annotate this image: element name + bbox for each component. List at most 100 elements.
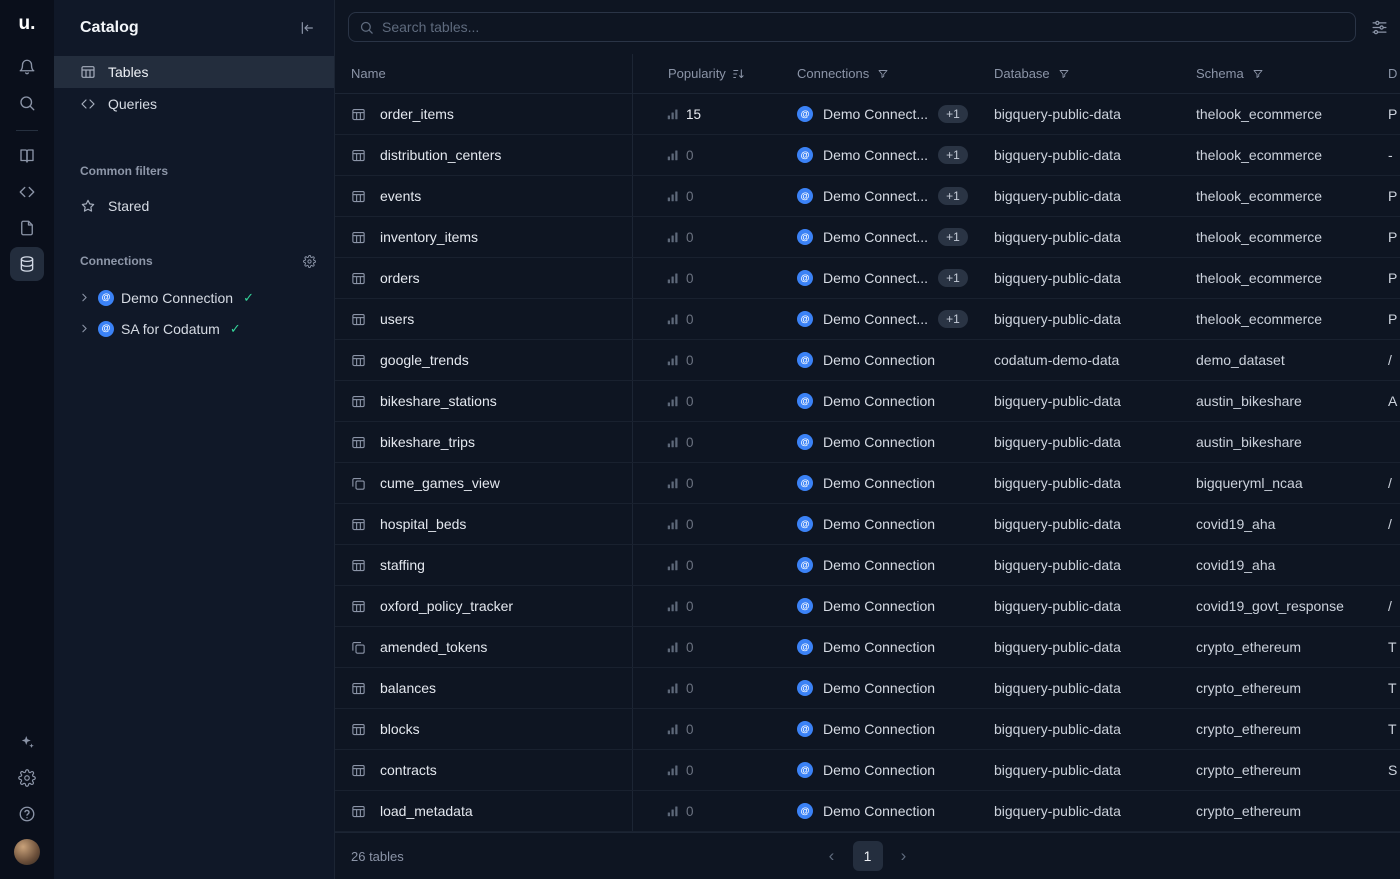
table-row[interactable]: order_items 15 Demo Connect... +1 bigque… <box>335 94 1400 135</box>
collapse-sidebar-button[interactable] <box>294 15 320 41</box>
code-icon[interactable] <box>10 175 44 209</box>
name-cell[interactable]: bikeshare_trips <box>335 422 633 462</box>
description-cell: / <box>1372 586 1400 626</box>
filter-settings-button[interactable] <box>1366 14 1392 40</box>
table-row[interactable]: bikeshare_trips 0 Demo Connection bigque… <box>335 422 1400 463</box>
filter-funnel-icon[interactable] <box>1252 68 1264 80</box>
catalog-sidebar: Catalog Tables Queries Common filters St… <box>54 0 335 879</box>
chevron-right-icon[interactable] <box>78 291 91 304</box>
table-icon <box>351 394 366 409</box>
column-header-description[interactable]: D <box>1372 54 1400 93</box>
name-cell[interactable]: google_trends <box>335 340 633 380</box>
column-header-database[interactable]: Database <box>978 54 1180 93</box>
table-row[interactable]: events 0 Demo Connect... +1 bigquery-pub… <box>335 176 1400 217</box>
table-row[interactable]: orders 0 Demo Connect... +1 bigquery-pub… <box>335 258 1400 299</box>
table-row[interactable]: staffing 0 Demo Connection bigquery-publ… <box>335 545 1400 586</box>
sidebar-item-tables[interactable]: Tables <box>54 56 334 88</box>
table-row[interactable]: amended_tokens 0 Demo Connection bigquer… <box>335 627 1400 668</box>
search-input[interactable] <box>382 19 1345 35</box>
docs-book-icon[interactable] <box>10 139 44 173</box>
plus-one-badge[interactable]: +1 <box>938 228 968 246</box>
table-count: 26 tables <box>351 849 404 864</box>
bar-chart-icon <box>667 477 679 489</box>
table-icon <box>351 763 366 778</box>
table-row[interactable]: distribution_centers 0 Demo Connect... +… <box>335 135 1400 176</box>
connection-item[interactable]: SA for Codatum ✓ <box>54 313 334 344</box>
filter-funnel-icon[interactable] <box>877 68 889 80</box>
database-cell: bigquery-public-data <box>978 258 1180 298</box>
table-icon <box>351 189 366 204</box>
current-page[interactable]: 1 <box>853 841 883 871</box>
popularity-value: 0 <box>686 189 694 204</box>
name-cell[interactable]: staffing <box>335 545 633 585</box>
connection-name: Demo Connect... <box>823 106 928 122</box>
name-cell[interactable]: order_items <box>335 94 633 134</box>
popularity-cell: 0 <box>633 135 781 175</box>
user-avatar[interactable] <box>14 839 40 865</box>
filter-funnel-icon[interactable] <box>1058 68 1070 80</box>
plus-one-badge[interactable]: +1 <box>938 146 968 164</box>
sidebar-item-queries[interactable]: Queries <box>54 88 334 120</box>
file-icon[interactable] <box>10 211 44 245</box>
column-label: Database <box>994 66 1050 81</box>
sparkles-ai-icon[interactable] <box>10 725 44 759</box>
sidebar-item-stared[interactable]: Stared <box>54 190 334 222</box>
prev-page-button[interactable]: ‹ <box>819 843 845 869</box>
column-header-popularity[interactable]: Popularity <box>633 54 781 93</box>
table-row[interactable]: google_trends 0 Demo Connection codatum-… <box>335 340 1400 381</box>
table-row[interactable]: users 0 Demo Connect... +1 bigquery-publ… <box>335 299 1400 340</box>
name-cell[interactable]: orders <box>335 258 633 298</box>
column-header-schema[interactable]: Schema <box>1180 54 1372 93</box>
table-row[interactable]: oxford_policy_tracker 0 Demo Connection … <box>335 586 1400 627</box>
notifications-icon[interactable] <box>10 50 44 84</box>
name-cell[interactable]: amended_tokens <box>335 627 633 667</box>
chevron-right-icon[interactable] <box>78 322 91 335</box>
table-row[interactable]: hospital_beds 0 Demo Connection bigquery… <box>335 504 1400 545</box>
plus-one-badge[interactable]: +1 <box>938 105 968 123</box>
table-name: cume_games_view <box>380 475 500 491</box>
name-cell[interactable]: hospital_beds <box>335 504 633 544</box>
sidebar-item-label: Queries <box>108 96 157 112</box>
column-header-name[interactable]: Name <box>335 54 633 93</box>
sort-icon[interactable] <box>732 67 746 81</box>
database-catalog-icon[interactable] <box>10 247 44 281</box>
table-row[interactable]: bikeshare_stations 0 Demo Connection big… <box>335 381 1400 422</box>
connection-name: Demo Connection <box>823 680 935 696</box>
table-row[interactable]: cume_games_view 0 Demo Connection bigque… <box>335 463 1400 504</box>
connection-name: SA for Codatum <box>121 321 220 337</box>
table-row[interactable]: contracts 0 Demo Connection bigquery-pub… <box>335 750 1400 791</box>
connections-settings-button[interactable] <box>298 250 320 272</box>
table-row[interactable]: inventory_items 0 Demo Connect... +1 big… <box>335 217 1400 258</box>
name-cell[interactable]: oxford_policy_tracker <box>335 586 633 626</box>
connection-item[interactable]: Demo Connection ✓ <box>54 282 334 313</box>
name-cell[interactable]: blocks <box>335 709 633 749</box>
settings-gear-icon[interactable] <box>10 761 44 795</box>
name-cell[interactable]: load_metadata <box>335 791 633 831</box>
name-cell[interactable]: balances <box>335 668 633 708</box>
plus-one-badge[interactable]: +1 <box>938 310 968 328</box>
search-box[interactable] <box>348 12 1356 42</box>
star-icon <box>80 198 96 214</box>
table-row[interactable]: load_metadata 0 Demo Connection bigquery… <box>335 791 1400 832</box>
column-label: D <box>1388 66 1397 81</box>
description-cell: P <box>1372 94 1400 134</box>
search-icon[interactable] <box>10 86 44 120</box>
name-cell[interactable]: contracts <box>335 750 633 790</box>
connections-cell: Demo Connect... +1 <box>781 299 978 339</box>
column-header-connections[interactable]: Connections <box>781 54 978 93</box>
name-cell[interactable]: bikeshare_stations <box>335 381 633 421</box>
help-icon[interactable] <box>10 797 44 831</box>
connection-icon <box>797 270 813 286</box>
name-cell[interactable]: inventory_items <box>335 217 633 257</box>
name-cell[interactable]: users <box>335 299 633 339</box>
description-cell <box>1372 422 1400 462</box>
name-cell[interactable]: events <box>335 176 633 216</box>
table-row[interactable]: blocks 0 Demo Connection bigquery-public… <box>335 709 1400 750</box>
name-cell[interactable]: distribution_centers <box>335 135 633 175</box>
next-page-button[interactable]: › <box>891 843 917 869</box>
plus-one-badge[interactable]: +1 <box>938 187 968 205</box>
app-logo[interactable]: u. <box>19 10 36 38</box>
name-cell[interactable]: cume_games_view <box>335 463 633 503</box>
table-row[interactable]: balances 0 Demo Connection bigquery-publ… <box>335 668 1400 709</box>
plus-one-badge[interactable]: +1 <box>938 269 968 287</box>
